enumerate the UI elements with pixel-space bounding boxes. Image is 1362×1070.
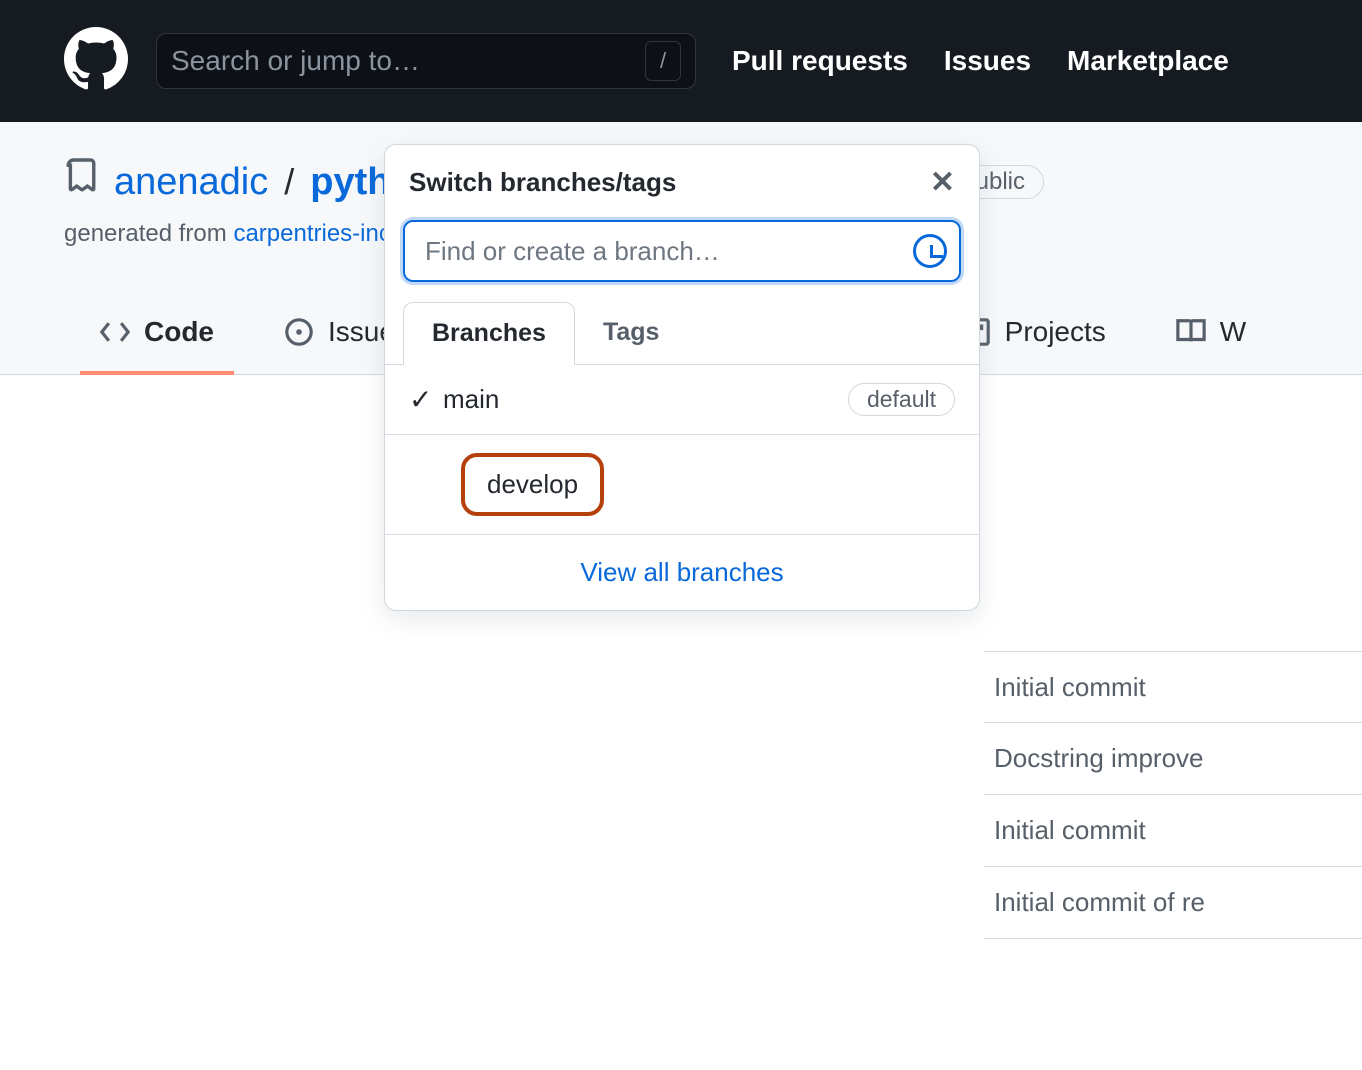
popover-tab-tags[interactable]: Tags xyxy=(575,302,688,364)
commit-message[interactable]: Initial commit xyxy=(984,795,1362,867)
tab-code[interactable]: Code xyxy=(92,302,222,374)
nav-pull-requests[interactable]: Pull requests xyxy=(732,45,908,77)
issue-icon xyxy=(284,317,314,347)
branch-switcher-popover: Switch branches/tags ✕ Branches Tags ✓ m… xyxy=(384,144,980,611)
nav-marketplace[interactable]: Marketplace xyxy=(1067,45,1229,77)
repo-owner-link[interactable]: anenadic xyxy=(114,161,268,204)
github-logo-icon[interactable] xyxy=(64,27,128,96)
global-search-input[interactable]: Search or jump to… / xyxy=(156,33,696,89)
branch-item-main[interactable]: ✓ main default xyxy=(385,365,979,435)
commit-message[interactable]: Initial commit xyxy=(984,651,1362,723)
commit-message[interactable]: Initial commit of re xyxy=(984,867,1362,939)
annotation-highlight: develop xyxy=(461,453,604,516)
default-badge: default xyxy=(848,383,955,416)
search-placeholder: Search or jump to… xyxy=(171,45,645,77)
commit-message[interactable]: Docstring improve xyxy=(984,723,1362,795)
file-list-commit-column: Initial commit Docstring improve Initial… xyxy=(984,651,1362,939)
popover-tab-branches[interactable]: Branches xyxy=(403,302,575,365)
branch-item-develop[interactable]: develop xyxy=(385,435,979,535)
tab-wiki[interactable]: W xyxy=(1168,302,1254,374)
history-icon[interactable] xyxy=(913,234,947,268)
repo-icon xyxy=(64,158,98,206)
nav-issues[interactable]: Issues xyxy=(944,45,1031,77)
branch-search-input[interactable] xyxy=(403,220,961,282)
popover-title: Switch branches/tags xyxy=(409,167,676,198)
close-icon[interactable]: ✕ xyxy=(930,165,955,200)
slash-key-hint: / xyxy=(645,41,681,81)
check-icon: ✓ xyxy=(409,383,443,416)
code-icon xyxy=(100,317,130,347)
repo-separator: / xyxy=(284,161,294,203)
view-all-branches-link[interactable]: View all branches xyxy=(385,535,979,610)
book-icon xyxy=(1176,317,1206,347)
